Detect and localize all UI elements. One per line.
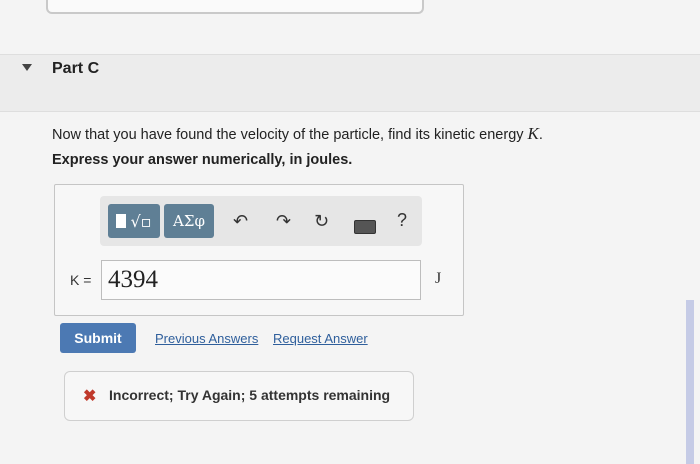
template-icon bbox=[116, 214, 127, 228]
answer-input[interactable]: 4394 bbox=[101, 260, 421, 300]
question-body: Now that you have found the velocity of … bbox=[52, 127, 528, 143]
request-answer-link[interactable]: Request Answer bbox=[273, 331, 368, 346]
instruction-text: Express your answer numerically, in joul… bbox=[52, 152, 353, 168]
question-trailing: . bbox=[538, 127, 543, 143]
right-edge-stripe bbox=[686, 300, 694, 464]
undo-icon[interactable]: ↶ bbox=[233, 211, 248, 232]
part-header[interactable] bbox=[0, 54, 700, 112]
greek-symbols-button[interactable]: ΑΣφ bbox=[164, 204, 214, 238]
previous-answers-link[interactable]: Previous Answers bbox=[155, 331, 258, 346]
incorrect-icon: ✖ bbox=[83, 388, 97, 405]
previous-part-box bbox=[46, 0, 424, 14]
radical-icon: √▫ bbox=[130, 211, 152, 231]
math-toolbar: √▫ ΑΣφ ↶ ↷ ↻ ? bbox=[100, 196, 422, 246]
part-title: Part C bbox=[52, 60, 100, 77]
help-icon[interactable]: ? bbox=[397, 210, 407, 231]
keyboard-icon[interactable] bbox=[354, 220, 376, 234]
question-text: Now that you have found the velocity of … bbox=[52, 124, 543, 144]
question-variable: K bbox=[527, 124, 539, 143]
template-button[interactable]: √▫ bbox=[108, 204, 160, 238]
collapse-caret-icon[interactable] bbox=[22, 64, 32, 71]
feedback-text: Incorrect; Try Again; 5 attempts remaini… bbox=[109, 387, 391, 403]
answer-label: K = bbox=[70, 272, 92, 288]
unit-label: J bbox=[435, 270, 442, 287]
reset-icon[interactable]: ↻ bbox=[314, 211, 329, 232]
submit-button[interactable]: Submit bbox=[60, 323, 136, 353]
feedback-box: ✖ Incorrect; Try Again; 5 attempts remai… bbox=[64, 371, 414, 421]
redo-icon[interactable]: ↷ bbox=[276, 211, 291, 232]
